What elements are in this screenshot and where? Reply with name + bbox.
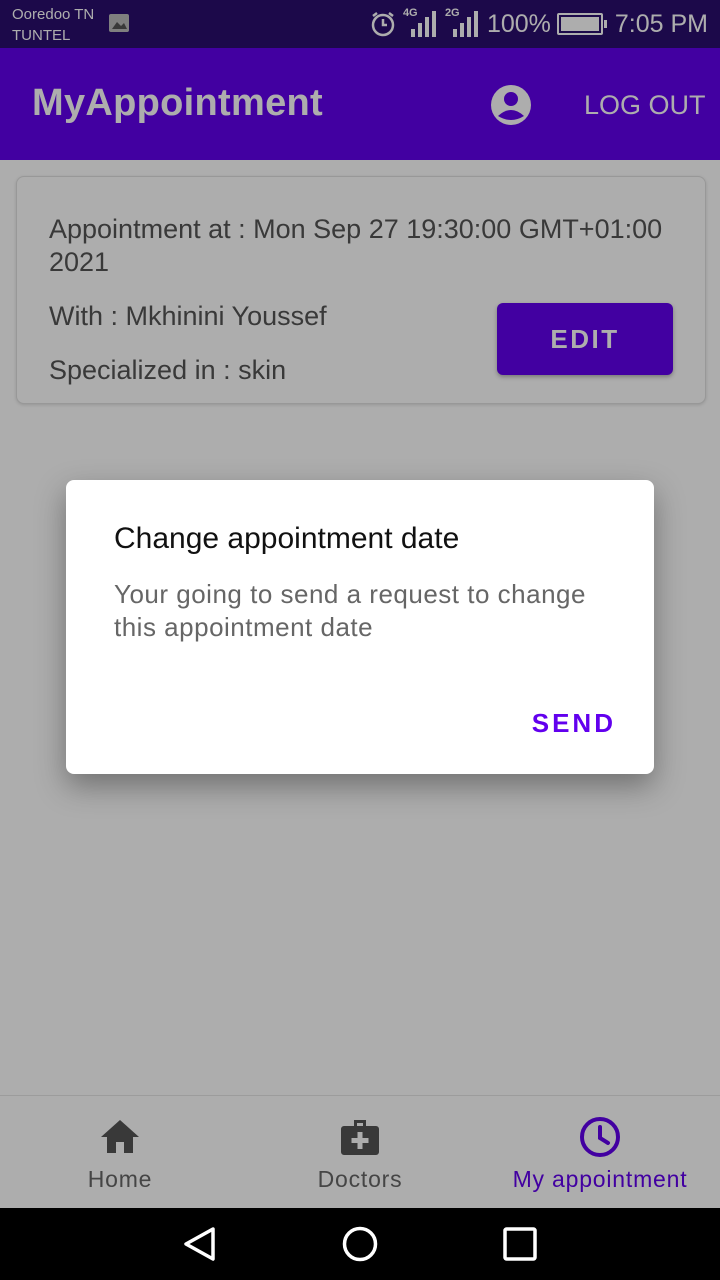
recents-icon[interactable] [502,1226,538,1262]
dialog-title: Change appointment date [114,522,460,555]
home-system-icon[interactable] [342,1226,378,1262]
change-date-dialog: Change appointment date Your going to se… [66,480,654,774]
dialog-message: Your going to send a request to change t… [114,579,586,642]
system-navigation-bar [0,1208,720,1280]
send-button[interactable]: SEND [532,708,616,739]
back-icon[interactable] [182,1226,218,1262]
